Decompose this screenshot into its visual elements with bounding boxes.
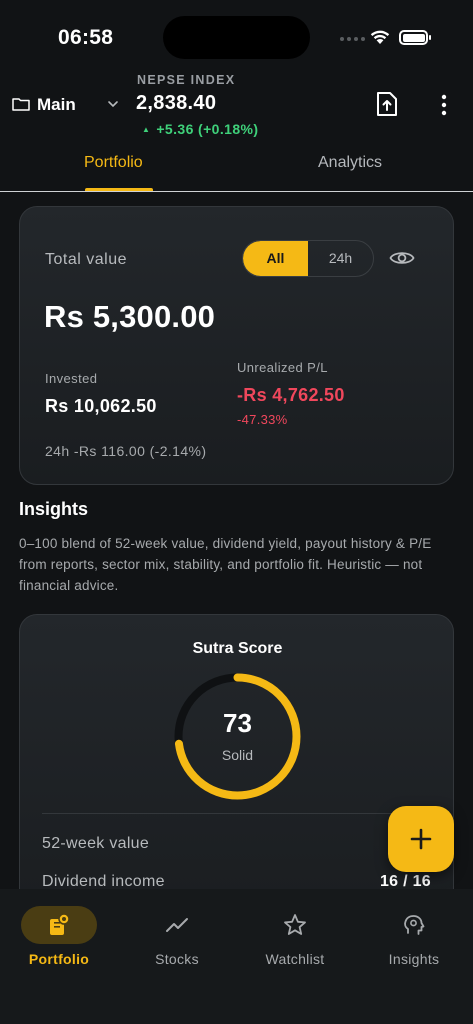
nav-insights-label: Insights bbox=[388, 951, 440, 967]
score-title: Sutra Score bbox=[192, 640, 283, 657]
status-time: 06:58 bbox=[58, 26, 114, 49]
portfolio-selector[interactable]: Main bbox=[37, 95, 76, 115]
trend-icon bbox=[166, 918, 188, 932]
index-label: NEPSE INDEX bbox=[137, 73, 236, 87]
nav-portfolio-pill bbox=[21, 906, 97, 944]
score-value: 73 bbox=[223, 708, 252, 738]
nav-watchlist-pill bbox=[257, 906, 333, 944]
unrealized-pl-value: -Rs 4,762.50 bbox=[237, 385, 345, 405]
portfolio-summary-card: Total value All 24h Rs 5,300.00 Invested… bbox=[19, 206, 454, 485]
status-bar: 06:58 bbox=[0, 0, 473, 70]
star-icon bbox=[284, 914, 306, 935]
portfolio-icon bbox=[50, 913, 70, 935]
nav-stocks-pill bbox=[139, 906, 215, 944]
sutra-score-card[interactable]: Sutra Score 73 Solid 52-week value 19 Di… bbox=[19, 614, 454, 934]
eye-icon[interactable] bbox=[389, 249, 415, 267]
invested-label: Invested bbox=[45, 371, 98, 386]
nav-portfolio-label: Portfolio bbox=[28, 951, 90, 967]
range-all-button[interactable]: All bbox=[243, 241, 308, 276]
nav-portfolio[interactable]: Portfolio bbox=[0, 889, 118, 989]
up-arrow-icon: ▲ bbox=[142, 125, 151, 134]
brain-icon bbox=[404, 915, 425, 935]
index-change: ▲ +5.36 (+0.18%) bbox=[142, 121, 259, 137]
total-value: Rs 5,300.00 bbox=[44, 299, 216, 334]
wifi-icon bbox=[370, 30, 390, 44]
plus-icon bbox=[410, 828, 432, 850]
day-change: 24h -Rs 116.00 (-2.14%) bbox=[45, 443, 207, 459]
insights-heading: Insights bbox=[19, 499, 89, 519]
unrealized-pl-percent: -47.33% bbox=[237, 412, 288, 427]
index-value: 2,838.40 bbox=[136, 92, 217, 114]
nav-watchlist[interactable]: Watchlist bbox=[236, 889, 354, 989]
export-button[interactable] bbox=[374, 90, 400, 118]
nav-stocks-label: Stocks bbox=[155, 951, 199, 967]
range-24h-button[interactable]: 24h bbox=[308, 241, 373, 276]
total-value-label: Total value bbox=[45, 251, 127, 268]
nav-watchlist-label: Watchlist bbox=[265, 951, 325, 967]
app-header: Main NEPSE INDEX 2,838.40 ▲ +5.36 (+0.18%… bbox=[0, 70, 473, 140]
nav-stocks[interactable]: Stocks bbox=[118, 889, 236, 989]
signal-icon bbox=[340, 37, 365, 41]
tab-indicator bbox=[85, 188, 153, 191]
bottom-navigation: Portfolio Stocks Watchlist Insights bbox=[0, 889, 473, 1024]
tab-bar: Portfolio Analytics bbox=[0, 140, 473, 192]
nav-insights[interactable]: Insights bbox=[355, 889, 473, 989]
nav-insights-pill bbox=[376, 906, 452, 944]
add-transaction-button[interactable] bbox=[388, 806, 454, 872]
insights-description: 0–100 blend of 52-week value, dividend y… bbox=[19, 536, 432, 593]
divider bbox=[42, 813, 433, 814]
metric-label: 52-week value bbox=[42, 835, 150, 852]
battery-icon bbox=[399, 30, 431, 45]
more-options-button[interactable] bbox=[434, 92, 454, 118]
tab-analytics[interactable]: Analytics bbox=[318, 154, 382, 172]
dynamic-island bbox=[163, 16, 310, 59]
tab-portfolio[interactable]: Portfolio bbox=[84, 154, 143, 172]
invested-value: Rs 10,062.50 bbox=[45, 396, 157, 416]
chevron-down-icon[interactable] bbox=[107, 98, 119, 110]
score-rating: Solid bbox=[221, 747, 254, 763]
folder-icon bbox=[12, 98, 30, 111]
unrealized-pl-label: Unrealized P/L bbox=[237, 360, 328, 375]
range-toggle: All 24h bbox=[242, 240, 374, 277]
